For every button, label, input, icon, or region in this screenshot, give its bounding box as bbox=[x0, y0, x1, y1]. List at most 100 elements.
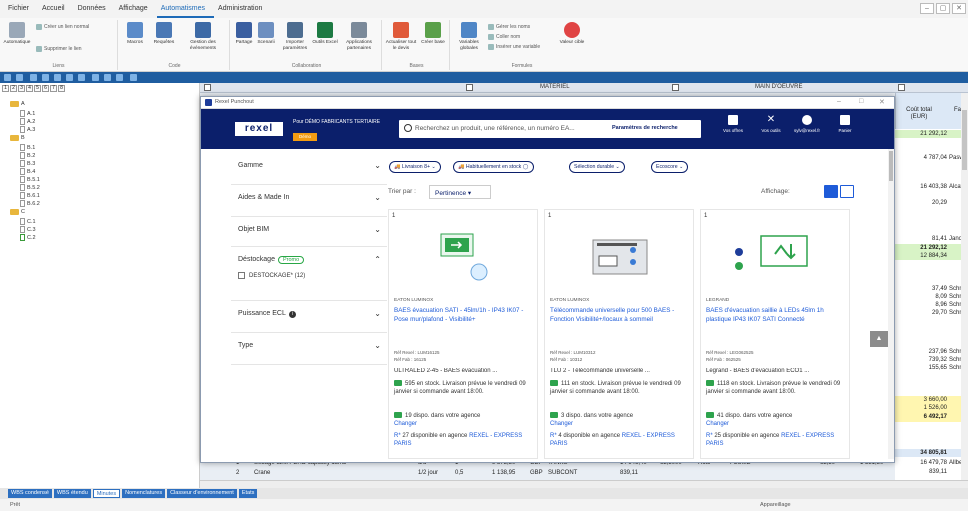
change-agency-link[interactable]: Changer bbox=[550, 421, 573, 427]
quick-icon[interactable] bbox=[66, 74, 73, 81]
filter-objet-bim[interactable]: Objet BIM ⌄ bbox=[231, 217, 387, 247]
tree-node[interactable]: A bbox=[10, 101, 25, 107]
menu-affichage[interactable]: Affichage bbox=[115, 0, 157, 18]
product-card[interactable]: 1 EATON LUMINOX BAES évacuation SATI - 4… bbox=[388, 209, 538, 459]
tree-node[interactable]: B.5.1 bbox=[20, 176, 40, 183]
cart-button[interactable]: Panier bbox=[835, 115, 855, 133]
chip-selection-durable[interactable]: Sélection durable ⌄ bbox=[569, 161, 625, 173]
requetes-button[interactable]: Requêtes bbox=[150, 22, 178, 46]
tree-node[interactable]: B.6.2 bbox=[20, 200, 40, 207]
tab-classeur-environnement[interactable]: Classeur d'environnement bbox=[167, 489, 237, 498]
tab-wbs-etendu[interactable]: WBS étendu bbox=[53, 489, 91, 498]
product-card[interactable]: 1 LEGRAND BAES d'évacuation saillie à LE… bbox=[700, 209, 850, 459]
level-button[interactable]: 7 bbox=[50, 85, 57, 92]
scroll-top-button[interactable]: ▲ bbox=[870, 331, 888, 347]
level-button[interactable]: 6 bbox=[42, 85, 49, 92]
chip-livraison[interactable]: 🚚 Livraison 8+ ⌄ bbox=[389, 161, 441, 173]
quick-icon[interactable] bbox=[130, 74, 137, 81]
maximize-button[interactable]: ▢ bbox=[936, 3, 950, 14]
target-value-button[interactable]: Valeur cible bbox=[556, 22, 588, 46]
popup-scrollbar[interactable] bbox=[888, 149, 894, 459]
tools-button[interactable]: ✕ Vos outils bbox=[761, 115, 781, 134]
menu-automatismes[interactable]: Automatismes bbox=[156, 0, 215, 18]
quick-icon[interactable] bbox=[116, 74, 123, 81]
search-params-button[interactable]: Paramètres de recherche bbox=[612, 125, 678, 131]
search-input[interactable]: Recherchez un produit, une référence, un… bbox=[415, 125, 595, 132]
tree-node[interactable]: B.1 bbox=[20, 144, 35, 151]
offers-button[interactable]: Vos offres bbox=[723, 115, 743, 133]
level-button[interactable]: 4 bbox=[26, 85, 33, 92]
scroll-thumb[interactable] bbox=[962, 110, 967, 170]
level-button[interactable]: 2 bbox=[10, 85, 17, 92]
info-icon[interactable]: i bbox=[288, 311, 296, 318]
filter-destockage[interactable]: Déstockage Promo ⌃ DESTOCKAGE* (12) bbox=[231, 247, 387, 301]
import-params-button[interactable]: Importer paramètres bbox=[280, 22, 310, 52]
table-row[interactable]: 2 Crane 1/2 jour 0,5 1 138,95 GBP SUBCON… bbox=[200, 469, 895, 479]
filter-type[interactable]: Type ⌄ bbox=[231, 333, 387, 365]
collapse-toggle[interactable] bbox=[204, 84, 211, 91]
quick-icon[interactable] bbox=[16, 74, 23, 81]
minimize-button[interactable]: – bbox=[920, 3, 934, 14]
product-description[interactable]: Legrand - BAES d'évacuation ECO1 ... bbox=[706, 368, 846, 374]
create-base-button[interactable]: Créer base bbox=[420, 22, 446, 46]
popup-maximize-button[interactable]: □ bbox=[859, 98, 863, 105]
quick-icon[interactable] bbox=[54, 74, 61, 81]
tree-node[interactable]: C.2 bbox=[20, 234, 36, 241]
tree-node[interactable]: C.3 bbox=[20, 226, 36, 233]
product-title[interactable]: BAES évacuation SATI - 45lm/1h - IP43 IK… bbox=[394, 306, 534, 324]
horizontal-scrollbar[interactable] bbox=[200, 480, 968, 488]
filter-puissance-ecl[interactable]: Puissance ECL i ⌄ bbox=[231, 301, 387, 333]
list-view-button[interactable] bbox=[840, 185, 854, 198]
refresh-all-button[interactable]: Actualiser tout le devis bbox=[384, 22, 418, 52]
filter-aides-made-in[interactable]: Aides & Made In ⌄ bbox=[231, 185, 387, 217]
quick-icon[interactable] bbox=[30, 74, 37, 81]
quick-icon[interactable] bbox=[78, 74, 85, 81]
tree-node[interactable]: A.3 bbox=[20, 126, 35, 133]
product-title[interactable]: BAES d'évacuation saillie à LEDs 45lm 1h… bbox=[706, 306, 846, 324]
menu-administration[interactable]: Administration bbox=[214, 0, 271, 18]
quick-icon[interactable] bbox=[4, 74, 11, 81]
rexel-logo[interactable]: rexel bbox=[235, 122, 283, 136]
partner-apps-button[interactable]: Applications partenaires bbox=[340, 22, 378, 52]
search-bar[interactable]: Recherchez un produit, une référence, un… bbox=[399, 120, 701, 138]
change-agency-link[interactable]: Changer bbox=[706, 421, 729, 427]
automatique-button[interactable]: Automatique bbox=[3, 22, 31, 46]
menu-accueil[interactable]: Accueil bbox=[38, 0, 74, 18]
excel-tools-button[interactable]: Outils Excel bbox=[312, 22, 338, 46]
product-title[interactable]: Télécommande universelle pour 500 BAES -… bbox=[550, 306, 690, 324]
menu-fichier[interactable]: Fichier bbox=[4, 0, 38, 18]
sort-select[interactable]: Pertinence ▾ bbox=[429, 185, 491, 199]
tree-node[interactable]: C.1 bbox=[20, 218, 36, 225]
paste-name-button[interactable]: Coller nom bbox=[488, 34, 520, 40]
menu-donnees[interactable]: Données bbox=[74, 0, 115, 18]
tree-node[interactable]: B bbox=[10, 135, 25, 141]
collapse-toggle[interactable] bbox=[672, 84, 679, 91]
close-button[interactable]: ✕ bbox=[952, 3, 966, 14]
account-button[interactable]: sylv@rexel.fr bbox=[794, 115, 820, 133]
level-button[interactable]: 8 bbox=[58, 85, 65, 92]
tree-node[interactable]: C bbox=[10, 209, 25, 215]
tab-minutes[interactable]: Minutes bbox=[92, 489, 121, 498]
product-description[interactable]: TLU 2 - Télécommande universelle ... bbox=[550, 368, 690, 374]
collapse-toggle[interactable] bbox=[898, 84, 905, 91]
tab-wbs-condense[interactable]: WBS condensé bbox=[8, 489, 52, 498]
tree-node[interactable]: A.2 bbox=[20, 118, 35, 125]
popup-close-button[interactable]: ✕ bbox=[879, 98, 885, 106]
level-button[interactable]: 3 bbox=[18, 85, 25, 92]
popup-scroll-thumb[interactable] bbox=[889, 151, 893, 181]
destockage-checkbox[interactable]: DESTOCKAGE* (12) bbox=[238, 272, 305, 279]
collapse-toggle[interactable] bbox=[466, 84, 473, 91]
level-button[interactable]: 5 bbox=[34, 85, 41, 92]
manage-names-button[interactable]: Gérer les noms bbox=[488, 24, 530, 30]
product-card[interactable]: 1 EATON LUMINOX Télécommande universelle… bbox=[544, 209, 694, 459]
product-description[interactable]: ULTRALED 2-45 - BAES évacuation ... bbox=[394, 368, 534, 374]
level-button[interactable]: 1 bbox=[2, 85, 9, 92]
quick-icon[interactable] bbox=[42, 74, 49, 81]
delete-link-button[interactable]: Supprimer le lien bbox=[36, 46, 82, 52]
filter-gamme[interactable]: Gamme ⌄ bbox=[231, 153, 387, 185]
global-vars-button[interactable]: Variables globales bbox=[454, 22, 484, 52]
tree-node[interactable]: A.1 bbox=[20, 110, 35, 117]
popup-minimize-button[interactable]: – bbox=[837, 98, 841, 105]
change-agency-link[interactable]: Changer bbox=[394, 421, 417, 427]
scenarii-button[interactable]: Scenarii bbox=[254, 22, 278, 46]
